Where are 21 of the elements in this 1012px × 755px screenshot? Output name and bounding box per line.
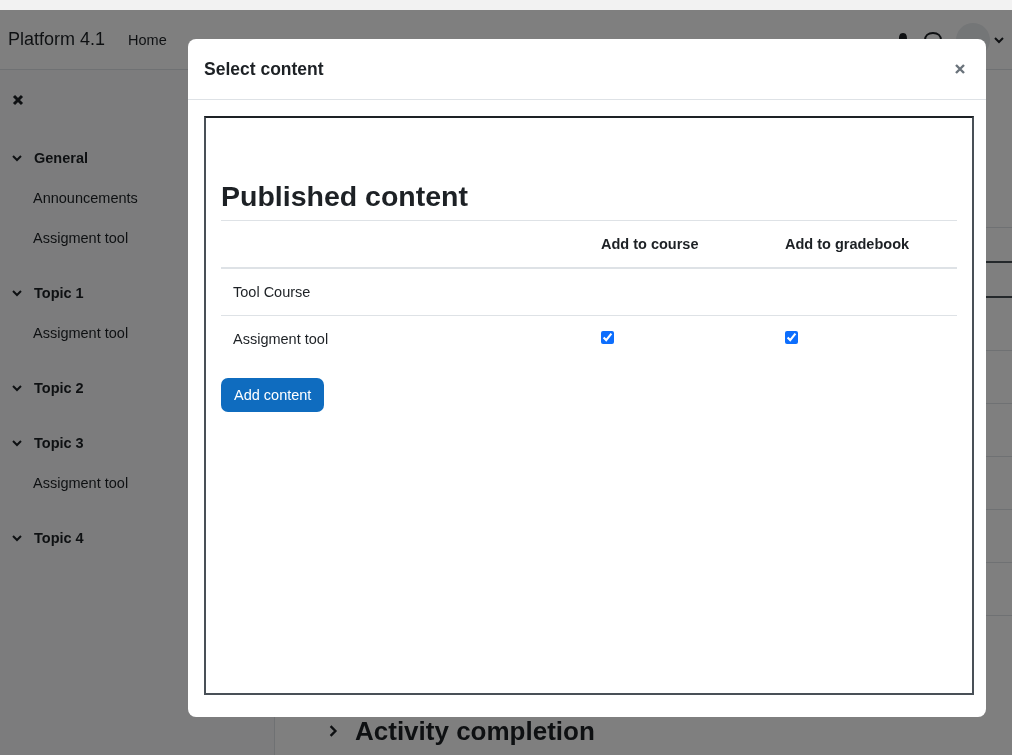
section-title[interactable]: Topic 1 (34, 285, 84, 301)
chat-icon (924, 32, 942, 40)
checkbox[interactable] (785, 331, 798, 344)
section-title[interactable]: Topic 2 (34, 380, 84, 396)
site-name[interactable]: Platform 4.1 (8, 29, 106, 50)
table-cell: Tool Course (221, 268, 589, 316)
caret-icon (994, 34, 1004, 45)
table-cell: Assigment tool (221, 315, 589, 362)
checkbox[interactable] (601, 331, 614, 344)
dialog-title: Select content (204, 58, 324, 80)
section-title[interactable]: Topic 4 (34, 530, 84, 546)
nav-link[interactable]: Home (128, 31, 167, 48)
section-title[interactable]: Topic 3 (34, 435, 84, 451)
section-heading[interactable]: Activity completion (355, 715, 595, 747)
page-heading: Published content (221, 180, 469, 213)
close-icon (954, 63, 966, 75)
close-icon (12, 94, 24, 106)
section-title[interactable]: General (34, 150, 88, 166)
add-content-button[interactable]: Add content (221, 378, 325, 412)
column-header: Add to course (589, 220, 773, 268)
column-header: Add to gradebook (773, 220, 957, 268)
